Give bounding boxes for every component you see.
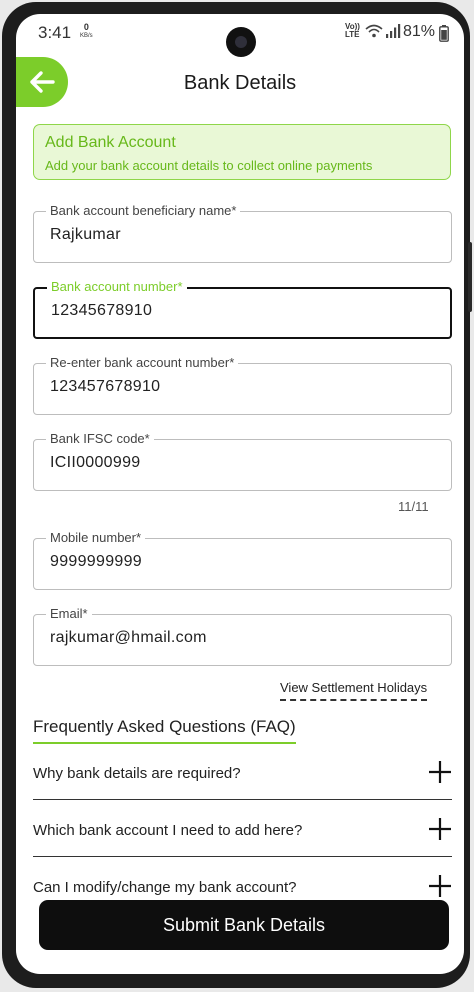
field-label: Bank account beneficiary name*	[46, 203, 241, 218]
email-field[interactable]: Email* rajkumar@hmail.com	[33, 606, 452, 666]
front-camera	[226, 27, 256, 57]
data-speed: 0 KB/s	[80, 23, 93, 41]
field-label: Bank IFSC code*	[46, 431, 154, 446]
field-label: Mobile number*	[46, 530, 146, 545]
account-number-field[interactable]: Bank account number* 12345678910	[33, 279, 452, 339]
submit-bank-details-button[interactable]: Submit Bank Details	[39, 900, 449, 950]
field-value[interactable]: rajkumar@hmail.com	[50, 629, 207, 647]
status-bar: 3:41 0 KB/s Vo)) LTE 81%	[16, 14, 464, 57]
field-label: Bank account number*	[47, 279, 187, 294]
faq-question: Can I modify/change my bank account?	[33, 879, 297, 896]
battery-percent: 81%	[403, 23, 436, 40]
phone-frame: 3:41 0 KB/s Vo)) LTE 81% Bank Details Ad…	[2, 2, 472, 988]
banner-title: Add Bank Account	[45, 134, 176, 151]
page-title: Bank Details	[183, 72, 297, 94]
field-value[interactable]: Rajkumar	[50, 226, 121, 244]
field-value[interactable]: 12345678910	[51, 302, 152, 320]
battery-icon	[439, 25, 449, 42]
field-value[interactable]: 123457678910	[50, 378, 160, 396]
faq-heading: Frequently Asked Questions (FAQ)	[33, 717, 296, 744]
lte-label: LTE	[345, 30, 360, 39]
faq-item[interactable]: Which bank account I need to add here?	[33, 800, 452, 857]
mobile-number-field[interactable]: Mobile number* 9999999999	[33, 530, 452, 590]
faq-item[interactable]: Why bank details are required?	[33, 743, 452, 800]
field-value[interactable]: ICII0000999	[50, 454, 140, 472]
ifsc-character-counter: 11/11	[398, 499, 429, 514]
side-button	[468, 242, 472, 312]
status-time: 3:41	[38, 23, 72, 42]
wifi-icon	[365, 24, 383, 38]
reenter-account-number-field[interactable]: Re-enter bank account number* 1234576789…	[33, 355, 452, 415]
field-label: Email*	[46, 606, 92, 621]
ifsc-code-field[interactable]: Bank IFSC code* ICII0000999	[33, 431, 452, 491]
plus-icon[interactable]	[428, 817, 452, 841]
plus-icon[interactable]	[428, 874, 452, 898]
add-bank-banner: Add Bank Account Add your bank account d…	[33, 124, 451, 180]
plus-icon[interactable]	[428, 760, 452, 784]
beneficiary-name-field[interactable]: Bank account beneficiary name* Rajkumar	[33, 203, 452, 263]
app-screen: 3:41 0 KB/s Vo)) LTE 81% Bank Details Ad…	[16, 14, 464, 974]
view-settlement-holidays-link[interactable]: View Settlement Holidays	[280, 680, 428, 701]
banner-subtitle: Add your bank account details to collect…	[45, 158, 373, 173]
signal-icon	[386, 24, 401, 38]
field-label: Re-enter bank account number*	[46, 355, 239, 370]
faq-question: Which bank account I need to add here?	[33, 822, 303, 839]
data-speed-value: 0	[83, 22, 89, 32]
data-speed-unit: KB/s	[80, 33, 93, 39]
field-value[interactable]: 9999999999	[50, 553, 142, 571]
faq-question: Why bank details are required?	[33, 765, 241, 782]
volte-indicator: Vo)) LTE	[345, 23, 360, 39]
